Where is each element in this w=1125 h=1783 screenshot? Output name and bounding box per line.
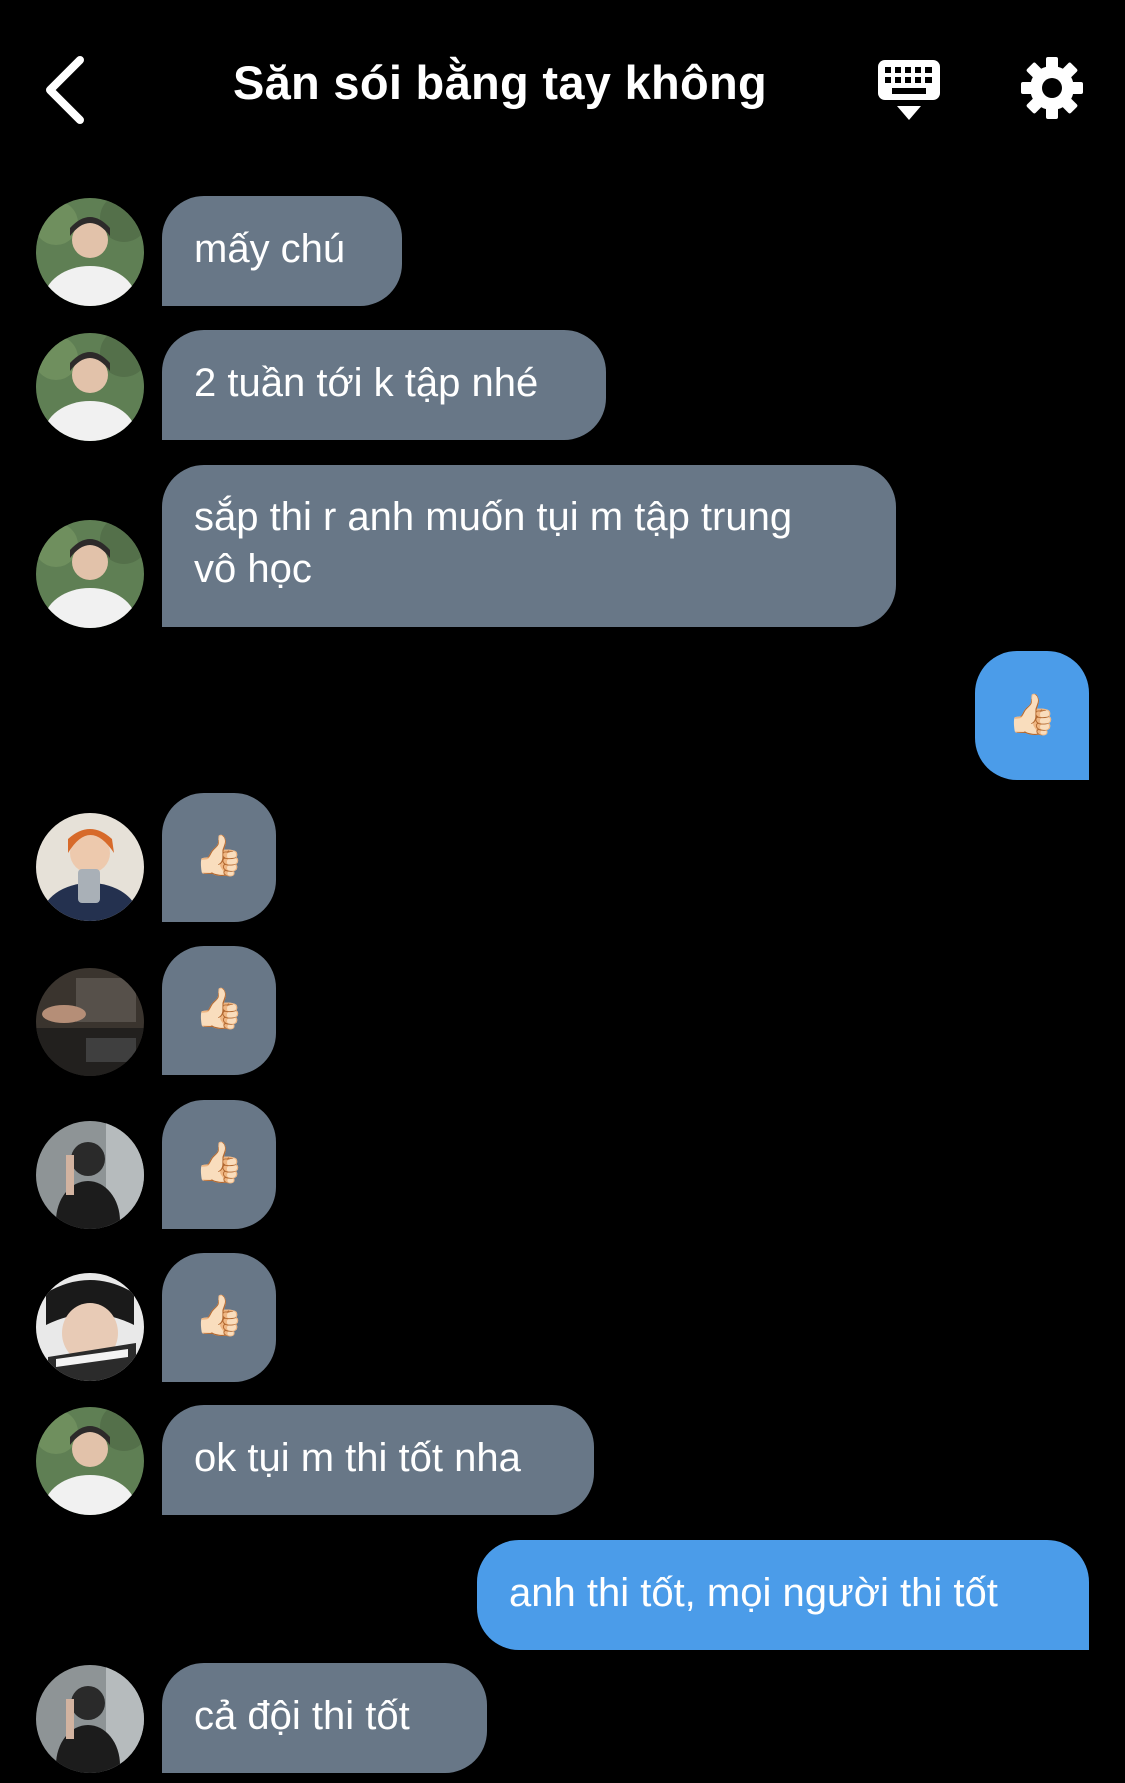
- message-bubble[interactable]: 👍🏻: [162, 1253, 276, 1382]
- thumbs-up-icon: 👍🏻: [194, 833, 244, 879]
- message-text: mấy chú: [194, 227, 346, 271]
- message-bubble[interactable]: ok tụi m thi tốt nha: [162, 1405, 594, 1515]
- chat-header: Săn sói bằng tay không: [0, 0, 1125, 170]
- message-text: cả đội thi tốt: [194, 1694, 410, 1738]
- gear-icon: [1021, 57, 1083, 119]
- avatar[interactable]: [36, 1665, 144, 1773]
- avatar[interactable]: [36, 1121, 144, 1229]
- message-bubble[interactable]: mấy chú: [162, 196, 402, 306]
- avatar[interactable]: [36, 198, 144, 306]
- thumbs-up-icon: 👍🏻: [194, 1293, 244, 1339]
- thumbs-up-icon: 👍🏻: [194, 1140, 244, 1186]
- message-text: anh thi tốt, mọi người thi tốt: [509, 1571, 998, 1615]
- message-bubble[interactable]: cả đội thi tốt: [162, 1663, 487, 1773]
- message-text-line: sắp thi r anh muốn tụi m tập trung: [194, 495, 793, 539]
- keyboard-icon: [878, 60, 940, 120]
- message-text: ok tụi m thi tốt nha: [194, 1436, 521, 1480]
- avatar[interactable]: [36, 333, 144, 441]
- message-bubble[interactable]: 👍🏻: [162, 793, 276, 922]
- message-bubble[interactable]: 2 tuần tới k tập nhé: [162, 330, 606, 440]
- avatar[interactable]: [36, 1407, 144, 1515]
- avatar[interactable]: [36, 1273, 144, 1381]
- message-bubble[interactable]: 👍🏻: [975, 651, 1089, 780]
- thumbs-up-icon: 👍🏻: [1007, 692, 1057, 738]
- avatar[interactable]: [36, 813, 144, 921]
- message-bubble[interactable]: sắp thi r anh muốn tụi m tập trung vô họ…: [162, 465, 896, 627]
- avatar[interactable]: [36, 520, 144, 628]
- message-text: 2 tuần tới k tập nhé: [194, 361, 539, 405]
- message-bubble[interactable]: 👍🏻: [162, 1100, 276, 1229]
- chat-title: Săn sói bằng tay không: [232, 56, 768, 109]
- settings-button[interactable]: [1020, 56, 1084, 120]
- thumbs-up-icon: 👍🏻: [194, 986, 244, 1032]
- avatar[interactable]: [36, 968, 144, 1076]
- message-bubble[interactable]: 👍🏻: [162, 946, 276, 1075]
- keyboard-button[interactable]: [876, 58, 942, 124]
- message-text-line: vô học: [194, 547, 312, 591]
- message-bubble[interactable]: anh thi tốt, mọi người thi tốt: [477, 1540, 1089, 1650]
